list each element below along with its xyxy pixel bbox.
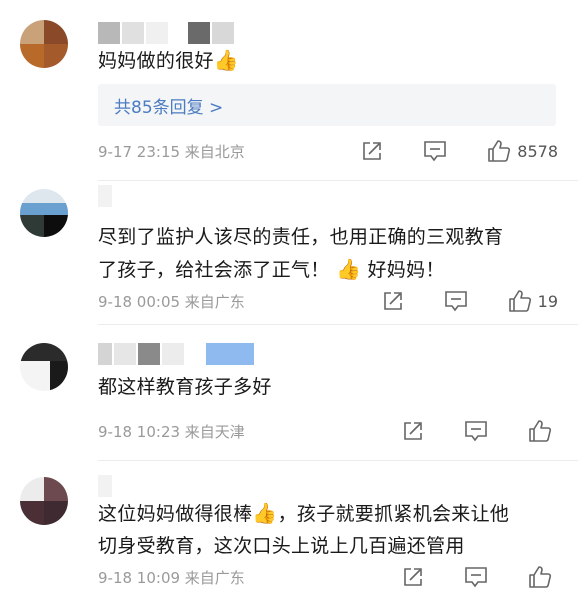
share-button[interactable] xyxy=(402,566,424,588)
comment-line-2a: 了孩子，给社会添了正气！ xyxy=(98,259,330,281)
comment-meta: 9-18 10:09 来自广东 xyxy=(98,569,245,587)
username[interactable] xyxy=(98,343,278,365)
comment-meta: 9-17 23:15 来自北京 xyxy=(98,143,245,161)
replies-box[interactable]: 共85条回复 > xyxy=(98,84,556,126)
comment-3: 都这样教育孩子多好 9-18 10:23 来自天津 xyxy=(0,325,578,465)
like-icon xyxy=(488,140,511,162)
comment-line-2b: 好妈妈！ xyxy=(367,259,445,281)
comment-line-1: 尽到了监护人该尽的责任，也用正确的三观教育 xyxy=(98,226,504,248)
avatar[interactable] xyxy=(20,343,68,391)
comment-text: 尽到了监护人该尽的责任，也用正确的三观教育 了孩子，给社会添了正气！ 👍 好妈妈… xyxy=(98,221,558,286)
share-icon xyxy=(383,292,402,310)
share-button[interactable] xyxy=(402,420,424,442)
comment-icon xyxy=(465,567,487,588)
like-button[interactable]: 8578 xyxy=(487,139,558,163)
like-icon xyxy=(508,290,531,312)
comment-text: 这位妈妈做得很棒👍，孩子就要抓紧机会来让他 切身受教育，这次口头上说上几百遍还管… xyxy=(98,497,558,562)
like-icon xyxy=(529,420,552,442)
comment-meta: 9-18 00:05 来自广东 xyxy=(98,293,245,311)
comment-button[interactable] xyxy=(444,290,468,312)
comment-body: 妈妈做的很好 xyxy=(98,50,214,72)
comment-text: 妈妈做的很好👍 xyxy=(98,44,558,77)
username[interactable] xyxy=(98,22,238,44)
like-button[interactable]: 19 xyxy=(508,289,558,313)
share-icon xyxy=(363,142,382,160)
comment-4: 这位妈妈做得很棒👍，孩子就要抓紧机会来让他 切身受教育，这次口头上说上几百遍还管… xyxy=(0,461,578,594)
comment-actions xyxy=(362,419,558,443)
comment-meta: 9-18 10:23 来自天津 xyxy=(98,423,245,441)
comment-1: 妈妈做的很好👍 共85条回复 > 9-17 23:15 来自北京 8578 xyxy=(0,0,578,178)
comment-actions: 19 xyxy=(342,289,558,313)
comment-line-2: 切身受教育，这次口头上说上几百遍还管用 xyxy=(98,535,465,557)
comment-actions: 8578 xyxy=(321,139,558,163)
comment-icon xyxy=(444,291,467,312)
comment-line-1: 这位妈妈做得很棒👍，孩子就要抓紧机会来让他 xyxy=(98,497,558,530)
comment-button[interactable] xyxy=(464,420,488,442)
comment-button[interactable] xyxy=(464,566,488,588)
comment-line-2: 了孩子，给社会添了正气！ 👍 好妈妈！ xyxy=(98,253,558,286)
avatar[interactable] xyxy=(20,477,68,525)
username[interactable] xyxy=(98,475,118,497)
like-count: 19 xyxy=(537,291,558,311)
like-button[interactable] xyxy=(528,419,558,443)
comment-icon xyxy=(424,141,447,162)
share-button[interactable] xyxy=(382,290,404,312)
comment-text: 都这样教育孩子多好 xyxy=(98,376,272,398)
comment-2: 尽到了监护人该尽的责任，也用正确的三观教育 了孩子，给社会添了正气！ 👍 好妈妈… xyxy=(0,181,578,323)
comment-button[interactable] xyxy=(423,140,447,162)
avatar[interactable] xyxy=(20,189,68,237)
comment-actions xyxy=(362,565,558,589)
like-button[interactable] xyxy=(528,565,558,589)
thumbs-up-emoji-icon: 👍 xyxy=(335,257,362,281)
like-count: 8578 xyxy=(517,141,558,161)
comment-line-1b: ，孩子就要抓紧机会来让他 xyxy=(277,503,510,525)
comment-icon xyxy=(465,421,487,442)
avatar[interactable] xyxy=(20,20,68,68)
username[interactable] xyxy=(98,185,118,207)
thumbs-up-emoji-icon: 👍 xyxy=(213,48,240,72)
thumbs-up-emoji-icon: 👍 xyxy=(252,501,278,525)
view-replies-link[interactable]: 共85条回复 > xyxy=(114,93,223,118)
comment-line-1a: 这位妈妈做得很棒 xyxy=(98,503,253,525)
like-icon xyxy=(529,566,552,588)
share-icon xyxy=(404,568,422,586)
share-icon xyxy=(404,422,422,440)
share-button[interactable] xyxy=(361,140,383,162)
